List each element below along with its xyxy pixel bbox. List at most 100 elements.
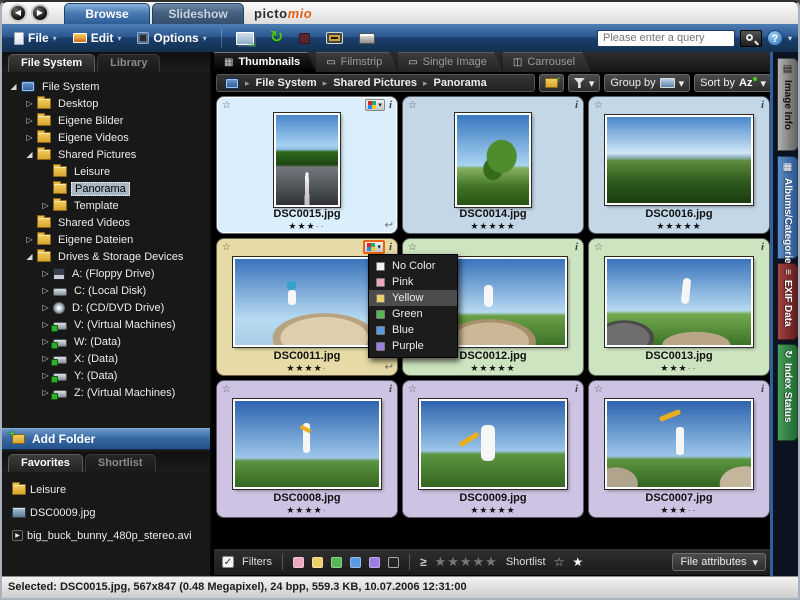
expander-closed-icon[interactable]: ▷ <box>40 201 51 210</box>
info-icon[interactable]: i <box>575 99 578 111</box>
info-icon[interactable]: i <box>575 241 578 253</box>
expander-open-icon[interactable]: ◢ <box>24 150 35 159</box>
expander-open-icon[interactable]: ◢ <box>24 252 35 261</box>
expander-open-icon[interactable]: ◢ <box>8 82 19 91</box>
tab-file-system[interactable]: File System <box>8 54 95 72</box>
rating-filter-stars[interactable]: ★★★★★ <box>435 554 498 570</box>
group-by-button[interactable]: Group by▾ <box>604 74 690 92</box>
breadcrumb-shared-pictures[interactable]: Shared Pictures <box>333 77 417 89</box>
expander-closed-icon[interactable]: ▷ <box>40 286 51 295</box>
tab-filmstrip[interactable]: ▭Filmstrip <box>316 52 398 72</box>
breadcrumb-file-system[interactable]: File System <box>256 77 317 89</box>
rating-stars[interactable]: ★★★★★ <box>406 363 580 374</box>
expander-closed-icon[interactable]: ▷ <box>40 269 51 278</box>
shortlist-star-icon[interactable]: ☆ <box>594 242 603 253</box>
rating-stars[interactable]: ★★★·· <box>592 505 766 516</box>
photo-thumbnail[interactable] <box>274 113 340 207</box>
folder-up-button[interactable] <box>539 74 564 92</box>
search-button[interactable] <box>740 30 762 47</box>
favorite-item[interactable]: ▶big_buck_bunny_480p_stereo.avi <box>2 524 210 547</box>
fullscreen-button[interactable] <box>320 30 349 46</box>
tab-index-status[interactable]: ↻Index Status <box>777 344 798 441</box>
nav-back-button[interactable]: ◀ <box>9 4 27 22</box>
help-chevron-icon[interactable]: ▾ <box>788 34 792 43</box>
photo-thumbnail[interactable] <box>605 399 753 489</box>
rating-stars[interactable]: ★★★★★ <box>406 505 580 516</box>
favorite-item[interactable]: Leisure <box>2 478 210 501</box>
tree-item-leisure[interactable]: Leisure <box>2 163 210 180</box>
photo-card-dsc0008[interactable]: ☆ i DSC0008.jpg ★★★★· <box>216 380 398 518</box>
tree-item-a-floppy-drive[interactable]: ▷A: (Floppy Drive) <box>2 265 210 282</box>
filters-checkbox[interactable]: ✓ <box>222 556 234 568</box>
sort-by-button[interactable]: Sort byAz▾ <box>694 74 772 92</box>
expander-closed-icon[interactable]: ▷ <box>40 320 51 329</box>
refresh-button[interactable]: ↻ <box>264 29 289 47</box>
expander-closed-icon[interactable]: ▷ <box>24 116 35 125</box>
breadcrumb-panorama[interactable]: Panorama <box>434 77 487 89</box>
filter-dropdown-button[interactable]: ▾ <box>568 74 601 92</box>
menu-item-no-color[interactable]: No Color <box>369 258 457 274</box>
tree-item-d-cd-dvd-drive[interactable]: ▷D: (CD/DVD Drive) <box>2 299 210 316</box>
color-label-button-active[interactable]: ▾ <box>363 240 385 254</box>
tree-item-shared-pictures[interactable]: ◢Shared Pictures <box>2 146 210 163</box>
tab-browse[interactable]: Browse <box>64 3 150 24</box>
menu-item-yellow[interactable]: Yellow <box>369 290 457 306</box>
search-input[interactable] <box>597 30 735 47</box>
menu-item-green[interactable]: Green <box>369 306 457 322</box>
expander-closed-icon[interactable]: ▷ <box>24 133 35 142</box>
green-filter-swatch[interactable] <box>331 557 342 568</box>
tree-item-file-system[interactable]: ◢File System <box>2 78 210 95</box>
expander-closed-icon[interactable]: ▷ <box>24 99 35 108</box>
rating-stars[interactable]: ★★★★★ <box>406 221 580 232</box>
photo-card-dsc0007[interactable]: ☆ i DSC0007.jpg ★★★·· <box>588 380 770 518</box>
tab-single-image[interactable]: ▭Single Image <box>398 52 503 72</box>
help-button[interactable]: ? <box>767 30 783 46</box>
tree-item-template[interactable]: ▷Template <box>2 197 210 214</box>
photo-card-dsc0009[interactable]: ☆ i DSC0009.jpg ★★★★★ <box>402 380 584 518</box>
yellow-filter-swatch[interactable] <box>312 557 323 568</box>
expander-closed-icon[interactable]: ▷ <box>40 371 51 380</box>
expander-closed-icon[interactable]: ▷ <box>40 388 51 397</box>
shortlist-star-icon[interactable]: ☆ <box>594 384 603 395</box>
shortlist-outline-star-icon[interactable]: ☆ <box>554 555 565 569</box>
shortlist-star-icon[interactable]: ☆ <box>222 384 231 395</box>
photo-card-dsc0016[interactable]: ☆ i DSC0016.jpg ★★★★★ <box>588 96 770 234</box>
photo-thumbnail[interactable] <box>605 115 753 205</box>
info-icon[interactable]: i <box>761 383 764 395</box>
menu-item-pink[interactable]: Pink <box>369 274 457 290</box>
tree-item-c-local-disk[interactable]: ▷C: (Local Disk) <box>2 282 210 299</box>
tab-library[interactable]: Library <box>97 54 160 72</box>
info-icon[interactable]: i <box>389 383 392 395</box>
info-icon[interactable]: i <box>761 241 764 253</box>
tree-item-x-data[interactable]: ▷X: (Data) <box>2 350 210 367</box>
tab-exif-data[interactable]: ≡EXIF Data <box>777 263 798 340</box>
info-icon[interactable]: i <box>389 241 392 253</box>
tab-thumbnails[interactable]: ▦Thumbnails <box>214 52 316 72</box>
blue-filter-swatch[interactable] <box>350 557 361 568</box>
expander-closed-icon[interactable]: ▷ <box>40 303 51 312</box>
file-menu-button[interactable]: File▾ <box>8 29 63 47</box>
tab-image-info[interactable]: ▤Image Info <box>777 58 798 151</box>
rating-stars[interactable]: ★★★★· <box>220 505 394 516</box>
options-menu-button[interactable]: Options▾ <box>131 29 212 47</box>
info-icon[interactable]: i <box>389 99 392 111</box>
tree-item-v-virtual-machines[interactable]: ▷V: (Virtual Machines) <box>2 316 210 333</box>
shortlist-star-icon[interactable]: ☆ <box>594 100 603 111</box>
tree-item-eigene-bilder[interactable]: ▷Eigene Bilder <box>2 112 210 129</box>
rating-stars[interactable]: ★★★·· <box>592 363 766 374</box>
color-label-button[interactable]: ▾ <box>365 99 385 111</box>
stop-button[interactable] <box>293 31 316 46</box>
tab-favorites[interactable]: Favorites <box>8 454 83 472</box>
menu-item-blue[interactable]: Blue <box>369 322 457 338</box>
tree-item-shared-videos[interactable]: Shared Videos <box>2 214 210 231</box>
photo-thumbnail[interactable] <box>455 113 531 207</box>
no-color-filter-swatch[interactable] <box>388 557 399 568</box>
export-images-button[interactable] <box>230 30 260 47</box>
shortlist-star-icon[interactable]: ☆ <box>408 242 417 253</box>
rotate-icon[interactable]: ↩ <box>385 362 393 373</box>
photo-thumbnail[interactable] <box>605 257 753 347</box>
photo-thumbnail[interactable] <box>419 399 567 489</box>
shortlist-filled-star-icon[interactable]: ★ <box>572 555 583 569</box>
favorite-item[interactable]: DSC0009.jpg <box>2 501 210 524</box>
shortlist-star-icon[interactable]: ☆ <box>222 242 231 253</box>
